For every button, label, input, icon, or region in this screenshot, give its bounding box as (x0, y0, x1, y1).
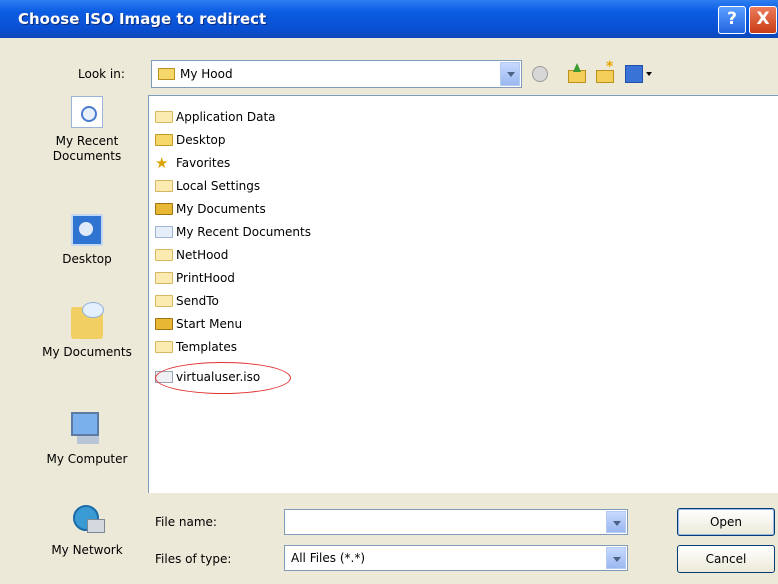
cancel-button[interactable]: Cancel (677, 545, 775, 573)
file-name: My Recent Documents (176, 225, 311, 239)
folder-icon (155, 134, 173, 146)
place-label: My Documents (42, 345, 132, 359)
file-list[interactable]: Application Data Desktop ★ Favorites Loc… (148, 95, 778, 493)
file-name: Local Settings (176, 179, 261, 193)
folder-icon (155, 318, 173, 330)
favorites-icon: ★ (155, 154, 169, 172)
place-label: My Network (51, 543, 123, 557)
up-one-level-icon[interactable] (566, 62, 588, 84)
place-my-network[interactable]: My Network (33, 503, 141, 558)
folder-icon (155, 111, 173, 123)
folder-icon (155, 203, 173, 215)
open-button[interactable]: Open (677, 508, 775, 536)
folder-icon (155, 249, 173, 261)
folder-icon (155, 180, 173, 192)
file-type-select[interactable]: All Files (*.*) (284, 545, 628, 571)
file-type-label: Files of type: (155, 552, 232, 566)
folder-icon (155, 341, 173, 353)
my-computer-icon (69, 412, 105, 446)
folder-icon (158, 68, 175, 80)
chevron-down-icon[interactable] (606, 547, 626, 569)
folder-icon (155, 295, 173, 307)
file-name: Start Menu (176, 317, 243, 331)
file-name: Templates (176, 340, 238, 354)
places-bar: My Recent Documents Desktop My Documents… (33, 96, 141, 584)
chevron-down-icon[interactable] (500, 62, 520, 86)
close-button[interactable]: X (749, 6, 777, 34)
place-my-computer[interactable]: My Computer (33, 412, 141, 467)
place-label: Desktop (62, 252, 112, 266)
look-in-dropdown[interactable]: My Hood (151, 60, 522, 88)
choose-iso-dialog: Choose ISO Image to redirect ? X Look in… (0, 0, 778, 584)
file-name: Desktop (176, 133, 226, 147)
recent-documents-icon (155, 226, 173, 238)
title-bar[interactable]: Choose ISO Image to redirect ? X (0, 0, 778, 38)
place-my-recent-documents[interactable]: My Recent Documents (33, 96, 141, 164)
place-desktop[interactable]: Desktop (33, 214, 141, 267)
file-name: SendTo (176, 294, 219, 308)
back-icon[interactable] (529, 62, 551, 84)
desktop-icon (71, 214, 103, 246)
folder-icon (155, 272, 173, 284)
help-button[interactable]: ? (718, 6, 746, 34)
place-label: My Recent (55, 134, 119, 148)
file-name: NetHood (176, 248, 229, 262)
new-folder-icon[interactable] (594, 59, 616, 84)
file-name-field[interactable] (284, 509, 628, 535)
file-name: PrintHood (176, 271, 235, 285)
place-my-documents[interactable]: My Documents (33, 302, 141, 360)
dialog-title: Choose ISO Image to redirect (18, 10, 267, 28)
recent-documents-icon (71, 96, 103, 128)
highlight-ring (155, 362, 291, 394)
my-network-icon (67, 503, 107, 537)
look-in-value: My Hood (180, 67, 233, 81)
my-documents-icon (71, 302, 104, 339)
file-name: My Documents (176, 202, 266, 216)
file-name: Favorites (176, 156, 231, 170)
look-in-label: Look in: (78, 67, 125, 81)
place-label: Documents (52, 149, 122, 163)
file-name-label: File name: (155, 515, 217, 529)
views-menu-icon[interactable] (624, 62, 658, 84)
file-name: Application Data (176, 110, 276, 124)
chevron-down-icon[interactable] (606, 511, 626, 533)
place-label: My Computer (46, 452, 128, 466)
file-type-value: All Files (*.*) (291, 551, 366, 565)
